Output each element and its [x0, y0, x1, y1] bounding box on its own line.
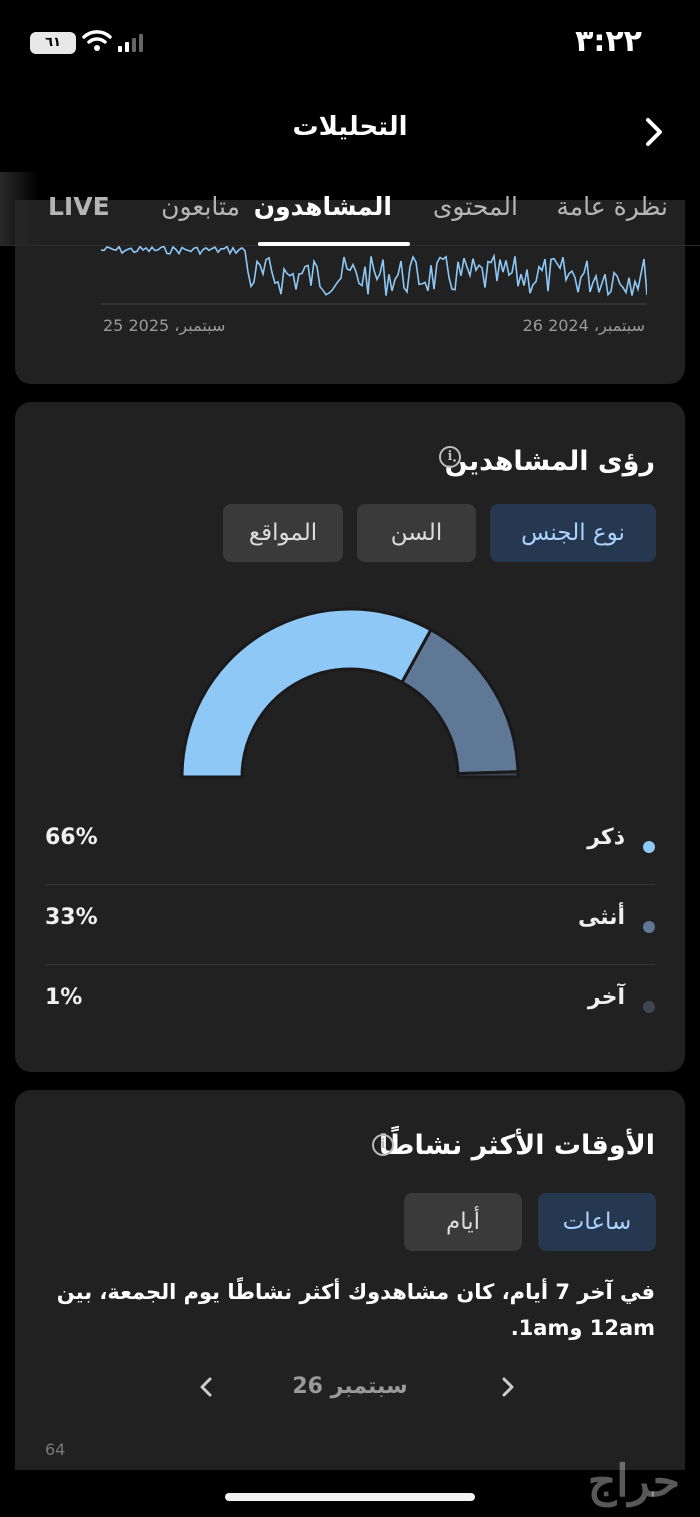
legend-label-other: آخر — [587, 985, 625, 1010]
battery-icon: ٦١ — [30, 32, 76, 54]
active-times-description: في آخر 7 أيام، كان مشاهدوك أكثر نشاطًا ي… — [56, 1280, 655, 1340]
legend-dot-other — [643, 1001, 655, 1013]
chevron-left-icon[interactable] — [191, 1370, 221, 1404]
chart-end-date: سبتمبر، 2025 25 — [103, 316, 226, 335]
wifi-icon — [82, 30, 112, 51]
hour-chart-value: 64 — [45, 1440, 66, 1459]
filter-age-chip[interactable]: السن — [357, 504, 476, 562]
tab-live[interactable]: LIVE — [48, 192, 110, 221]
filter-hours-chip[interactable]: ساعات — [538, 1193, 656, 1251]
status-bar: ٦١ ٣:٢٢ — [0, 0, 700, 90]
legend-label-male: ذكر — [587, 825, 625, 850]
selected-date: 26 سبتمبر — [292, 1374, 408, 1399]
cellular-signal-icon — [118, 34, 143, 52]
gauge-segment-0 — [180, 607, 433, 779]
legend-value-female: 33% — [45, 905, 98, 930]
info-icon[interactable]: i — [439, 446, 461, 468]
legend-row-female: أنثى 33% — [45, 887, 655, 965]
page-title: التحليلات — [292, 112, 408, 142]
active-times-card: الأوقات الأكثر نشاطًا i ساعات أيام في آخ… — [15, 1090, 685, 1470]
viewer-insights-title: رؤى المشاهدين — [444, 446, 655, 477]
filter-days-chip[interactable]: أيام — [404, 1193, 522, 1251]
legend-dot-female — [643, 921, 655, 933]
legend-value-other: 1% — [45, 985, 83, 1010]
legend-label-female: أنثى — [577, 905, 625, 930]
tab-bar: نظرة عامة المحتوى المشاهدون متابعون LIVE — [0, 172, 700, 246]
info-icon[interactable]: i — [372, 1134, 394, 1156]
filter-gender-chip[interactable]: نوع الجنس — [490, 504, 656, 562]
views-line-chart — [101, 246, 647, 305]
legend-dot-male — [643, 841, 655, 853]
filter-locations-chip[interactable]: المواقع — [223, 504, 343, 562]
date-navigator: 26 سبتمبر — [15, 1366, 685, 1410]
tab-overview[interactable]: نظرة عامة — [556, 192, 668, 221]
status-time: ٣:٢٢ — [575, 24, 642, 59]
tabs-scroll-fade — [0, 172, 38, 246]
views-line — [101, 246, 647, 297]
chart-start-date: سبتمبر، 2024 26 — [522, 316, 645, 335]
active-times-title: الأوقات الأكثر نشاطًا — [378, 1130, 655, 1161]
chevron-right-icon[interactable] — [636, 112, 670, 152]
tab-followers[interactable]: متابعون — [161, 192, 240, 221]
gauge-segment-1 — [399, 627, 520, 776]
home-indicator[interactable] — [225, 1493, 475, 1501]
gauge-segment-2 — [456, 770, 520, 779]
active-tab-indicator — [258, 242, 410, 246]
legend-row-male: ذكر 66% — [45, 807, 655, 885]
viewer-insights-card: رؤى المشاهدين i نوع الجنس السن المواقع ذ… — [15, 402, 685, 1072]
nav-header: التحليلات — [0, 100, 700, 160]
watermark-logo: حراج — [587, 1456, 680, 1507]
legend-value-male: 66% — [45, 825, 98, 850]
gender-donut-chart — [180, 607, 520, 779]
tab-audience[interactable]: المشاهدون — [254, 192, 392, 221]
legend-row-other: آخر 1% — [45, 967, 655, 1045]
tab-content[interactable]: المحتوى — [433, 192, 518, 221]
